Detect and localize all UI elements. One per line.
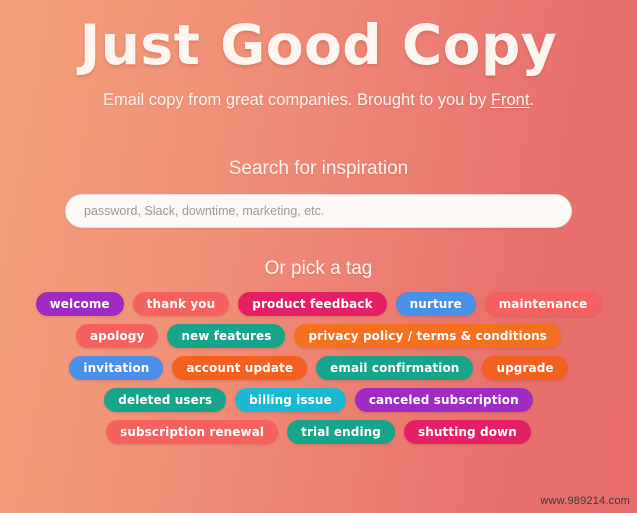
subtitle-text-after: . bbox=[529, 91, 535, 109]
search-input[interactable] bbox=[65, 194, 572, 228]
tag-row: welcome thank you product feedback nurture m… bbox=[35, 292, 602, 316]
tag-row: invitation account update email confirmati… bbox=[39, 356, 599, 380]
tag-email-confirmation[interactable]: email confirmation bbox=[316, 356, 474, 380]
tag-row: deleted users billing issue canceled subsc… bbox=[39, 388, 599, 412]
search-section: Search for inspiration bbox=[0, 158, 637, 228]
watermark: www.989214.com bbox=[540, 495, 630, 507]
search-box-wrapper bbox=[65, 194, 572, 228]
tag-thank-you[interactable]: thank you bbox=[132, 292, 230, 316]
tag-row: apology new features privacy policy / term… bbox=[39, 324, 599, 348]
page-root: Just Good Copy Email copy from great com… bbox=[0, 0, 637, 513]
search-heading: Search for inspiration bbox=[228, 158, 409, 179]
subtitle-text-before: Email copy from great companies. Brought… bbox=[102, 91, 491, 109]
tag-invitation[interactable]: invitation bbox=[69, 356, 164, 380]
tag-billing-issue[interactable]: billing issue bbox=[235, 388, 346, 412]
tag-shutting-down[interactable]: shutting down bbox=[404, 420, 531, 444]
tag-subscription-renewal[interactable]: subscription renewal bbox=[106, 420, 279, 444]
tag-apology[interactable]: apology bbox=[75, 324, 159, 348]
tag-nurture[interactable]: nurture bbox=[395, 292, 476, 316]
tag-deleted-users[interactable]: deleted users bbox=[104, 388, 227, 412]
tag-canceled-subscription[interactable]: canceled subscription bbox=[354, 388, 533, 412]
page-subtitle: Email copy from great companies. Brought… bbox=[0, 90, 637, 110]
tag-welcome[interactable]: welcome bbox=[35, 292, 124, 316]
page-title: Just Good Copy bbox=[79, 13, 558, 77]
tags-heading: Or pick a tag bbox=[264, 258, 373, 279]
tag-row: subscription renewal trial ending shutting… bbox=[39, 420, 599, 444]
tag-trial-ending[interactable]: trial ending bbox=[287, 420, 395, 444]
tag-account-update[interactable]: account update bbox=[172, 356, 308, 380]
tags-section: Or pick a tag welcome thank you product fe… bbox=[0, 258, 637, 444]
page-header: Just Good Copy Email copy from great com… bbox=[0, 0, 637, 110]
tag-privacy-policy-terms-conditions[interactable]: privacy policy / terms & conditions bbox=[294, 324, 562, 348]
tag-upgrade[interactable]: upgrade bbox=[482, 356, 568, 380]
tag-product-feedback[interactable]: product feedback bbox=[238, 292, 387, 316]
tag-new-features[interactable]: new features bbox=[167, 324, 286, 348]
front-brand-link[interactable]: Front bbox=[491, 91, 530, 109]
tag-maintenance[interactable]: maintenance bbox=[484, 292, 602, 316]
tag-list: welcome thank you product feedback nurture m… bbox=[35, 292, 602, 444]
